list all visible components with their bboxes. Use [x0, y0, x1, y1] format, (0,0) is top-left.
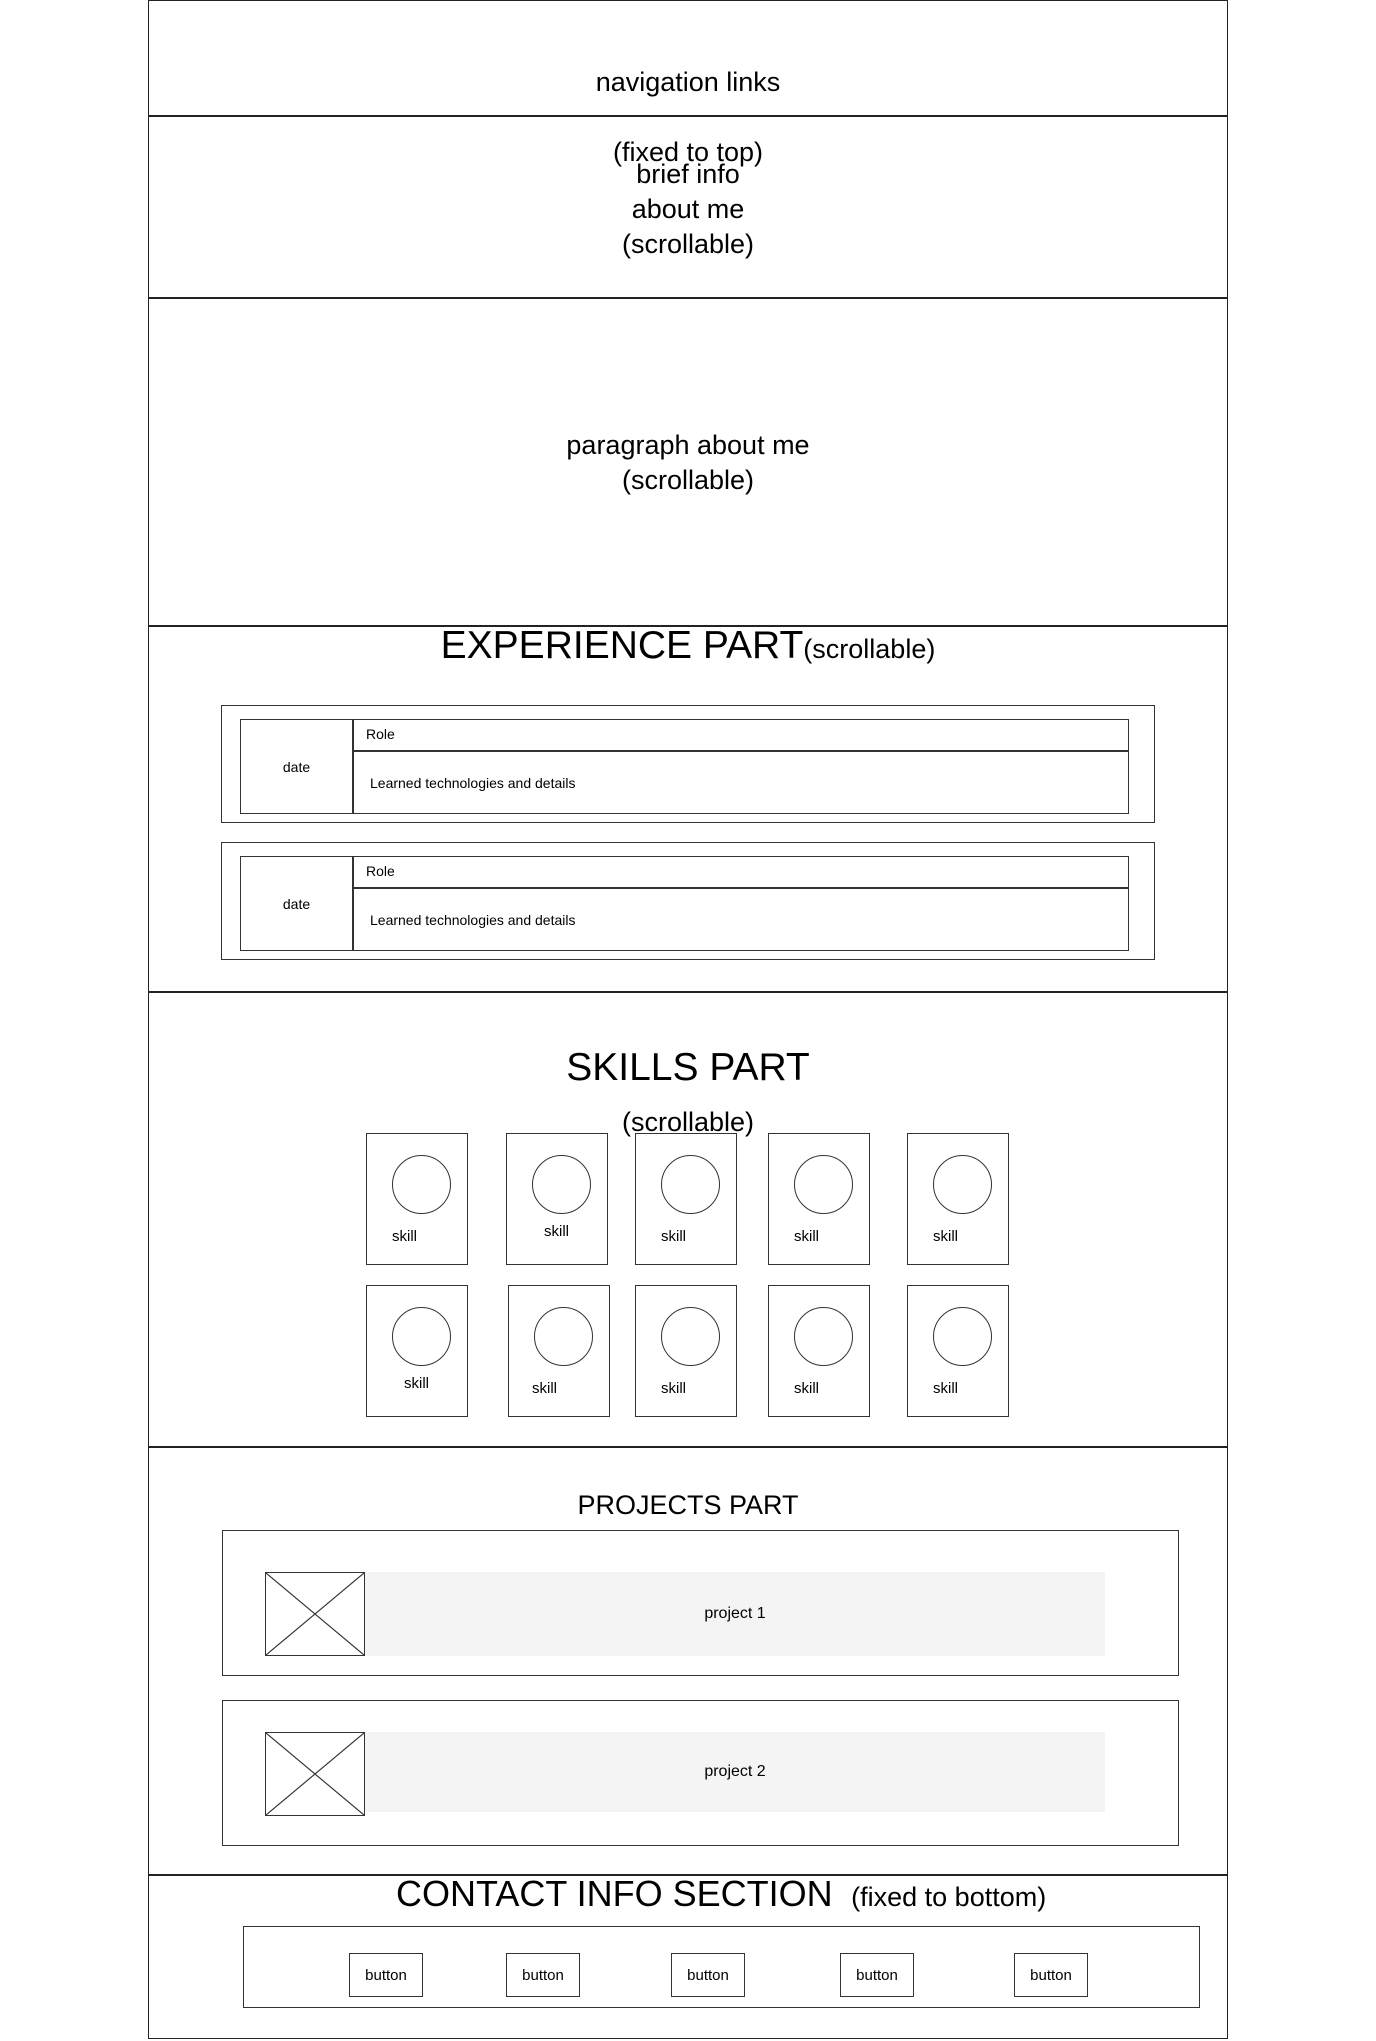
skill-icon [392, 1155, 451, 1214]
project-label: project 2 [365, 1732, 1105, 1812]
divider-experience [148, 991, 1228, 993]
skill-card: skill [907, 1133, 1009, 1265]
skill-card: skill [508, 1285, 610, 1417]
experience-note: (scrollable) [803, 634, 936, 664]
experience-card: date Role Learned technologies and detai… [221, 705, 1155, 823]
experience-role: Role [353, 719, 1129, 751]
skill-card: skill [366, 1285, 468, 1417]
divider-skills [148, 1446, 1228, 1448]
skill-card: skill [635, 1285, 737, 1417]
skill-label: skill [544, 1223, 569, 1240]
contact-button[interactable]: button [506, 1953, 580, 1997]
skill-label: skill [933, 1380, 958, 1397]
contact-heading: CONTACT INFO SECTION (fixed to bottom) [396, 1873, 1046, 1915]
experience-date: date [240, 856, 353, 951]
skill-icon [532, 1155, 591, 1214]
paragraph-section: paragraph about me (scrollable) [566, 430, 810, 496]
skill-card: skill [635, 1133, 737, 1265]
skill-icon [794, 1155, 853, 1214]
experience-heading: EXPERIENCE PART(scrollable) [148, 624, 1228, 668]
skill-icon [392, 1307, 451, 1366]
experience-details: Learned technologies and details [353, 888, 1129, 951]
brief-info-section: brief info about me (scrollable) [621, 159, 755, 260]
project-label: project 1 [365, 1572, 1105, 1656]
skills-note: (scrollable) [621, 1107, 755, 1137]
image-placeholder-icon [265, 1572, 365, 1656]
skill-icon [794, 1307, 853, 1366]
project-card[interactable]: project 1 [222, 1530, 1179, 1676]
experience-title: EXPERIENCE PART [440, 624, 804, 667]
contact-button[interactable]: button [671, 1953, 745, 1997]
experience-role: Role [353, 856, 1129, 888]
image-placeholder-icon [265, 1732, 365, 1816]
contact-note: (fixed to bottom) [851, 1882, 1047, 1912]
skill-icon [933, 1307, 992, 1366]
skill-card: skill [768, 1285, 870, 1417]
skill-label: skill [661, 1380, 686, 1397]
skill-label: skill [794, 1380, 819, 1397]
skill-icon [661, 1155, 720, 1214]
skill-icon [933, 1155, 992, 1214]
contact-button[interactable]: button [349, 1953, 423, 1997]
contact-button[interactable]: button [840, 1953, 914, 1997]
skill-card: skill [366, 1133, 468, 1265]
skill-label: skill [404, 1375, 429, 1392]
experience-details: Learned technologies and details [353, 751, 1129, 814]
skill-label: skill [933, 1228, 958, 1245]
skill-label: skill [532, 1380, 557, 1397]
skill-icon [534, 1307, 593, 1366]
project-card[interactable]: project 2 [222, 1700, 1179, 1846]
experience-card: date Role Learned technologies and detai… [221, 842, 1155, 960]
skill-card: skill [506, 1133, 608, 1265]
skill-card: skill [768, 1133, 870, 1265]
skill-icon [661, 1307, 720, 1366]
skill-label: skill [794, 1228, 819, 1245]
nav-title: navigation links [595, 67, 781, 98]
skill-card: skill [907, 1285, 1009, 1417]
projects-title: PROJECTS PART [577, 1490, 799, 1520]
divider-brief [148, 297, 1228, 299]
contact-title: CONTACT INFO SECTION [396, 1873, 833, 1914]
skill-label: skill [661, 1228, 686, 1245]
contact-button[interactable]: button [1014, 1953, 1088, 1997]
skill-label: skill [392, 1228, 417, 1245]
experience-date: date [240, 719, 353, 814]
skills-title: SKILLS PART [566, 1046, 810, 1089]
